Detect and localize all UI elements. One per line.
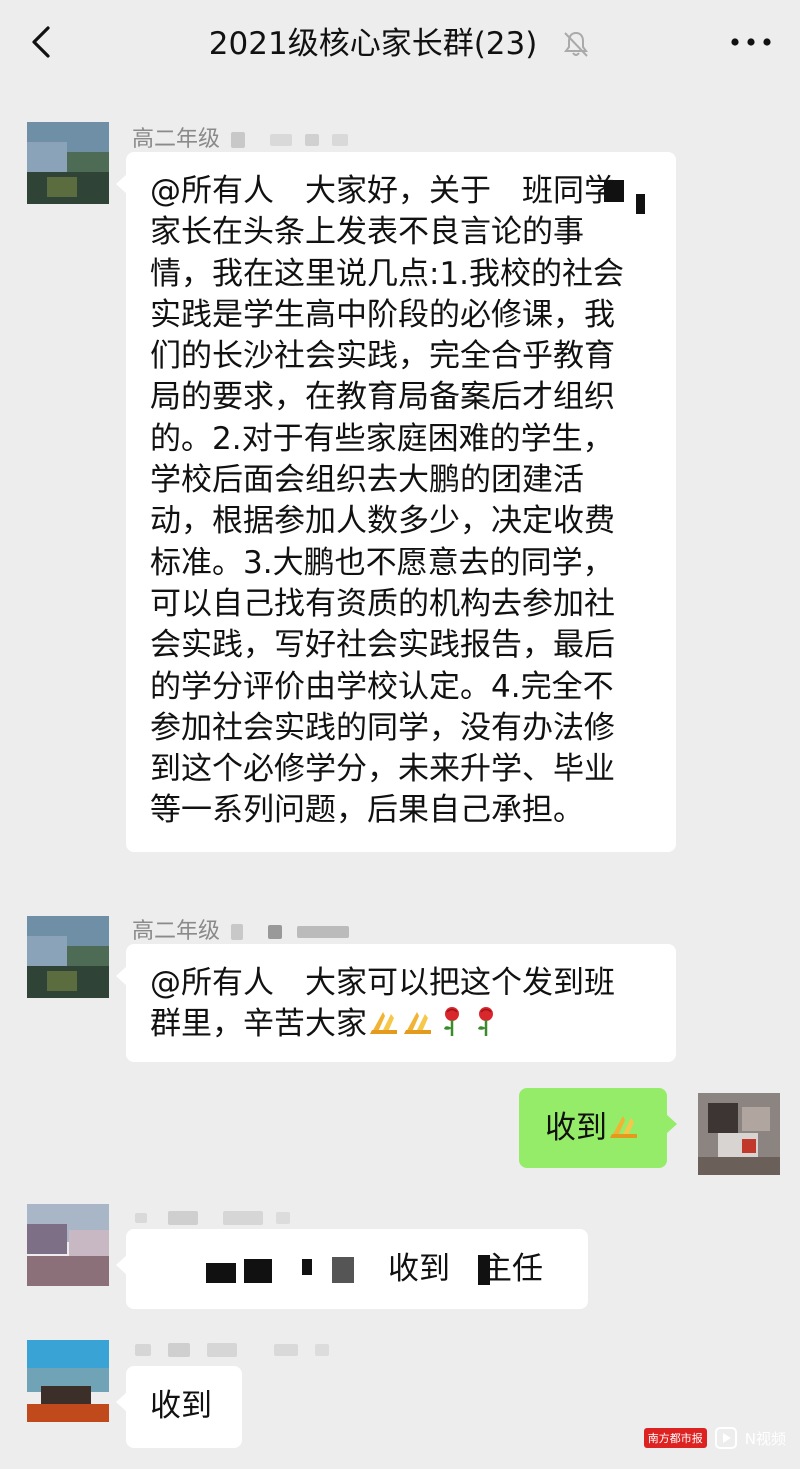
redacted-name bbox=[332, 134, 349, 146]
message-line: 会实践，写好社会实践报告，最后 bbox=[150, 627, 615, 664]
message-bubble[interactable]: 收到 bbox=[116, 1366, 242, 1448]
bubble-tail bbox=[116, 1255, 127, 1275]
my-avatar[interactable] bbox=[698, 1093, 780, 1175]
rose-emoji bbox=[478, 1007, 493, 1037]
message-line: 群里，辛苦大家 bbox=[150, 1004, 658, 1045]
message-line: 学校后面会组织去大鹏的团建活 bbox=[150, 462, 584, 499]
redaction-mark bbox=[302, 1259, 312, 1275]
watermark-brand: N视频 bbox=[744, 1429, 786, 1448]
sender-name bbox=[135, 1337, 329, 1362]
message-line: 等一系列问题，后果自己承担。 bbox=[150, 792, 584, 829]
redacted-name bbox=[274, 1344, 298, 1356]
more-dots-icon[interactable] bbox=[728, 30, 774, 54]
redacted-name bbox=[223, 1211, 263, 1225]
message-line: 的。2.对于有些家庭困难的学生， bbox=[150, 420, 614, 457]
pray-hands-emoji bbox=[370, 1012, 397, 1035]
chat-title: 2021级核心家长群(23) bbox=[208, 25, 538, 62]
message-line: 动，根据参加人数多少，决定收费 bbox=[150, 503, 615, 540]
message-line: 实践是学生高中阶段的必修课，我 bbox=[150, 296, 615, 333]
message-line: 局的要求，在教育局备案后才组织 bbox=[150, 379, 615, 416]
message-line: @所有人 大家好，关于 班同学 bbox=[150, 173, 615, 209]
watermark-badge: 南方都市报 bbox=[643, 1428, 707, 1448]
pray-hands-emoji bbox=[610, 1116, 637, 1138]
redacted-name bbox=[135, 1344, 151, 1356]
sender-name bbox=[135, 1205, 290, 1230]
redaction-mark bbox=[206, 1263, 236, 1283]
message-bubble[interactable]: 收到 主任 bbox=[116, 1229, 588, 1309]
chat-header: 2021级核心家长群(23) bbox=[0, 0, 800, 86]
redaction-mark bbox=[636, 194, 645, 214]
redacted-name bbox=[270, 134, 293, 146]
message-bubble[interactable]: @所有人 大家可以把这个发到班 群里，辛苦大家 bbox=[116, 944, 676, 1062]
redaction-mark bbox=[244, 1259, 272, 1283]
play-icon bbox=[714, 1427, 737, 1449]
redacted-name bbox=[268, 925, 283, 939]
rose-emoji bbox=[444, 1007, 459, 1037]
redacted-name bbox=[168, 1343, 190, 1357]
redacted-name bbox=[231, 924, 244, 940]
message-line: 们的长沙社会实践，完全合乎教育 bbox=[150, 338, 615, 375]
redaction-mark bbox=[478, 1255, 490, 1285]
sender-name: 高二年级 bbox=[132, 913, 350, 945]
message-line: 家长在头条上发表不良言论的事 bbox=[150, 214, 584, 251]
message-line: 到这个必修学分，未来升学、毕业 bbox=[150, 751, 615, 788]
message-line: 收到 bbox=[545, 1108, 667, 1149]
my-message-bubble[interactable]: 收到 bbox=[519, 1088, 677, 1168]
bubble-tail bbox=[116, 174, 127, 194]
bubble-tail bbox=[116, 1392, 127, 1412]
message-line: 参加社会实践的同学，没有办法修 bbox=[150, 709, 615, 746]
bubble-tail bbox=[116, 966, 127, 986]
message-line: 标准。3.大鹏也不愿意去的同学， bbox=[150, 544, 614, 581]
message-line: 的学分评价由学校认定。4.完全不 bbox=[150, 668, 614, 705]
pray-hands-emoji bbox=[404, 1012, 431, 1035]
sender-avatar[interactable] bbox=[27, 122, 109, 204]
redaction-mark bbox=[604, 180, 624, 202]
message-line-text: 收到 bbox=[545, 1110, 607, 1146]
chat-title-wrap: 2021级核心家长群(23) bbox=[0, 20, 800, 66]
sender-name: 高二年级 bbox=[132, 121, 349, 153]
mute-bell-icon bbox=[564, 31, 589, 57]
redacted-name bbox=[297, 926, 350, 938]
sender-avatar[interactable] bbox=[27, 1204, 109, 1286]
bubble-tail bbox=[666, 1114, 677, 1134]
message-bubble[interactable]: @所有人 大家好，关于 班同学 家长在头条上发表不良言论的事 情，我在这里说几点… bbox=[116, 152, 676, 852]
redacted-name bbox=[231, 132, 246, 148]
sender-name-text: 高二年级 bbox=[132, 127, 221, 152]
redaction-mark bbox=[332, 1257, 354, 1283]
redacted-name bbox=[207, 1343, 237, 1357]
redacted-name bbox=[305, 134, 320, 146]
sender-avatar[interactable] bbox=[27, 916, 109, 998]
message-line: 情，我在这里说几点:1.我校的社会 bbox=[150, 255, 625, 292]
sender-avatar[interactable] bbox=[27, 1340, 109, 1422]
message-line: @所有人 大家可以把这个发到班 bbox=[150, 965, 615, 1001]
redacted-name bbox=[135, 1213, 147, 1223]
message-line: 收到 主任 bbox=[388, 1251, 543, 1287]
sender-name-text: 高二年级 bbox=[132, 919, 221, 944]
redacted-name bbox=[276, 1212, 290, 1224]
video-watermark: 南方都市报 N视频 bbox=[643, 1423, 786, 1453]
message-line: 收到 bbox=[150, 1388, 212, 1424]
redacted-name bbox=[168, 1211, 198, 1225]
message-line-text: 群里，辛苦大家 bbox=[150, 1006, 367, 1043]
message-line: 可以自己找有资质的机构去参加社 bbox=[150, 585, 615, 622]
redacted-name bbox=[315, 1344, 329, 1356]
